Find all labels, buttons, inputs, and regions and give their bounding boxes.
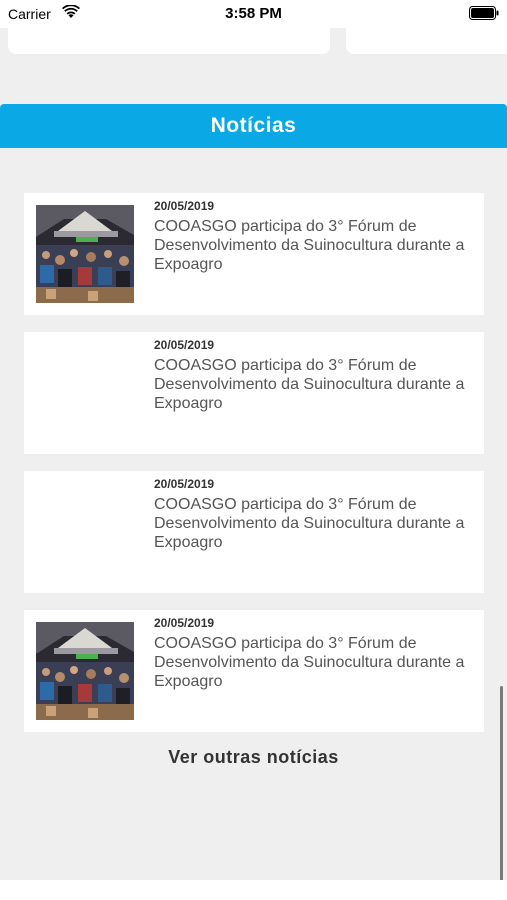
news-item[interactable]: 20/05/2019 COOASGO participa do 3° Fórum… [24,193,484,315]
news-title[interactable]: COOASGO participa do 3° Fórum de Desenvo… [154,634,474,691]
news-item[interactable]: 20/05/2019 COOASGO participa do 3° Fórum… [24,471,484,593]
news-date: 20/05/2019 [154,338,215,352]
battery-icon [469,6,499,20]
top-card[interactable] [346,20,507,54]
news-section-header: Notícias [0,104,507,148]
news-date: 20/05/2019 [154,199,215,213]
news-thumbnail [36,622,134,720]
news-item[interactable]: 20/05/2019 COOASGO participa do 3° Fórum… [24,332,484,454]
bottom-bar [0,880,507,900]
news-title[interactable]: COOASGO participa do 3° Fórum de Desenvo… [154,356,474,413]
news-thumbnail [36,205,134,303]
section-title: Notícias [210,114,297,137]
news-title[interactable]: COOASGO participa do 3° Fórum de Desenvo… [154,217,474,274]
news-item[interactable]: 20/05/2019 COOASGO participa do 3° Fórum… [24,610,484,732]
news-title[interactable]: COOASGO participa do 3° Fórum de Desenvo… [154,495,474,552]
news-date: 20/05/2019 [154,616,215,630]
scrollbar[interactable] [500,686,503,896]
news-date: 20/05/2019 [154,477,215,491]
more-news-link[interactable]: Ver outras notícias [0,747,507,768]
top-card[interactable] [8,20,330,54]
